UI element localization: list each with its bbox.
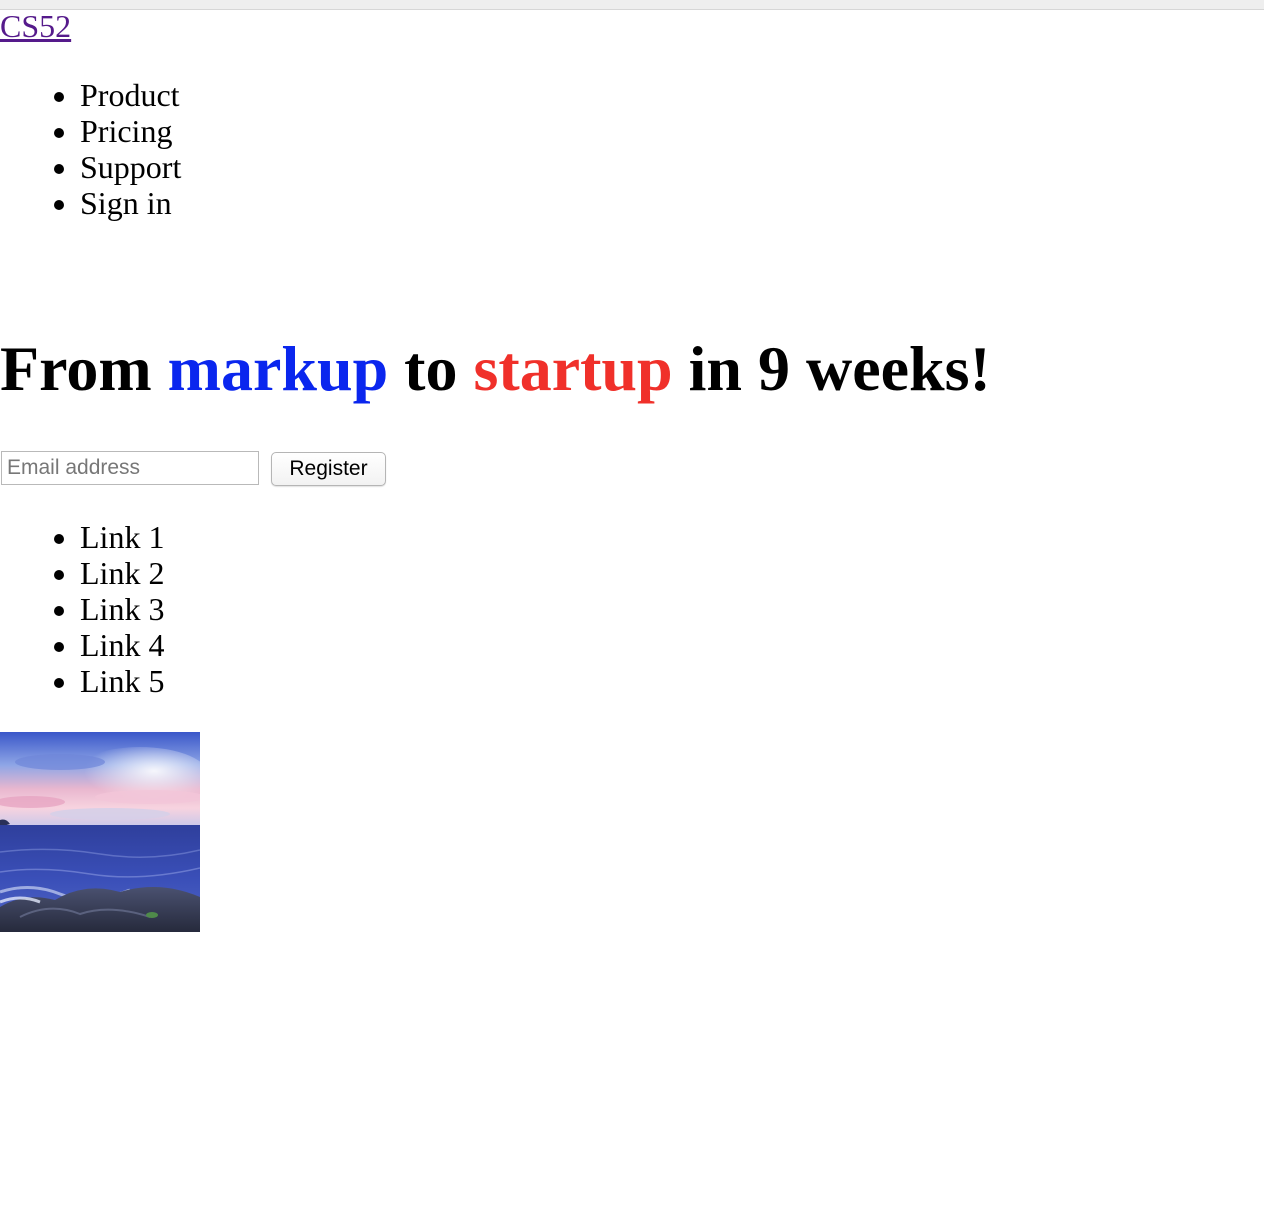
headline-text-weeks: in 9 weeks! [672,333,991,404]
link-item-2[interactable]: Link 2 [80,555,164,591]
nav-item-sign-in[interactable]: Sign in [80,185,181,221]
nav-item-pricing[interactable]: Pricing [80,113,181,149]
link-item-4[interactable]: Link 4 [80,627,164,663]
link-item-3[interactable]: Link 3 [80,591,164,627]
headline-word-startup: startup [473,333,673,404]
nav-menu: Product Pricing Support Sign in [0,77,181,221]
nav-item-product[interactable]: Product [80,77,181,113]
headline-word-markup: markup [167,333,389,404]
headline-text-from: From [0,333,168,404]
link-item-1[interactable]: Link 1 [80,519,164,555]
hero-headline: From markup to startup in 9 weeks! [0,331,991,407]
email-field[interactable] [1,451,259,485]
links-list: Link 1 Link 2 Link 3 Link 4 Link 5 [0,519,164,699]
ocean-sunset-image [0,732,200,932]
nav-item-support[interactable]: Support [80,149,181,185]
browser-top-edge [0,0,1264,10]
brand-link[interactable]: CS52 [0,8,71,44]
link-item-5[interactable]: Link 5 [80,663,164,699]
register-button[interactable]: Register [271,452,386,486]
headline-text-to: to [388,333,474,404]
